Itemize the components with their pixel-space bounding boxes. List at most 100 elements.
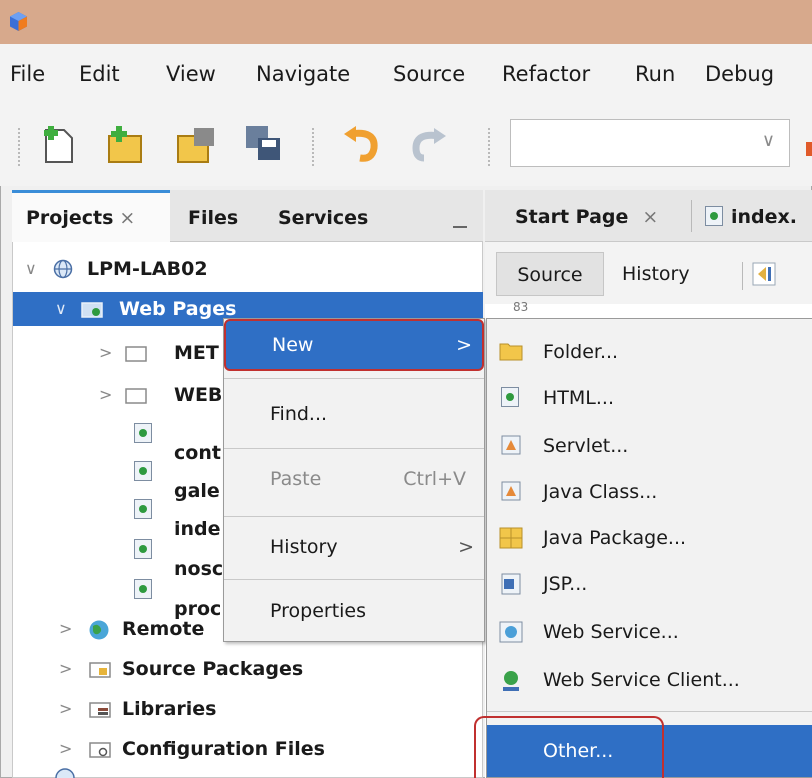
submenu-servlet[interactable]: Servlet... bbox=[487, 423, 812, 469]
menu-item-label: Paste bbox=[270, 468, 322, 490]
close-icon[interactable]: × bbox=[642, 206, 658, 228]
tab-projects[interactable]: Projects × bbox=[12, 190, 170, 242]
tab-divider bbox=[691, 200, 692, 232]
line-number: 83 bbox=[513, 300, 529, 314]
servlet-icon bbox=[501, 435, 521, 455]
chevron-down-icon[interactable]: ∨ bbox=[55, 292, 67, 326]
tab-files-label: Files bbox=[188, 207, 239, 229]
menu-refactor[interactable]: Refactor bbox=[502, 62, 590, 86]
tree-item-label: Configuration Files bbox=[122, 738, 325, 760]
tree-item-libraries[interactable]: > Libraries bbox=[13, 690, 483, 728]
toolbar-separator bbox=[312, 128, 314, 166]
menu-edit[interactable]: Edit bbox=[79, 62, 120, 86]
menu-file[interactable]: File bbox=[10, 62, 45, 86]
folder-icon bbox=[499, 343, 523, 361]
tree-item-source-packages[interactable]: > Source Packages bbox=[13, 650, 483, 688]
tree-item-label: WEB bbox=[174, 384, 223, 406]
submenu-java-class[interactable]: Java Class... bbox=[487, 469, 812, 515]
menu-item-label: Java Class... bbox=[543, 481, 658, 503]
remote-globe-icon bbox=[89, 620, 109, 640]
context-menu: New > Find... Paste Ctrl+V History > Pro… bbox=[223, 318, 485, 642]
title-bar bbox=[0, 0, 812, 44]
source-view-button[interactable]: Source bbox=[496, 252, 604, 296]
menu-separator bbox=[224, 579, 484, 580]
tree-item-label: Remote bbox=[122, 618, 205, 640]
menu-run[interactable]: Run bbox=[635, 62, 675, 86]
close-icon[interactable]: × bbox=[119, 207, 135, 229]
chevron-right-icon[interactable]: > bbox=[99, 334, 112, 372]
folder-icon bbox=[125, 346, 147, 362]
menu-debug[interactable]: Debug bbox=[705, 62, 774, 86]
toolbar-overflow-icon[interactable] bbox=[806, 142, 812, 156]
submenu-html[interactable]: HTML... bbox=[487, 375, 812, 421]
tab-index[interactable]: index. bbox=[705, 190, 797, 242]
minimize-icon[interactable] bbox=[453, 226, 467, 228]
tab-services-label: Services bbox=[278, 207, 369, 229]
submenu-jsp[interactable]: JSP... bbox=[487, 561, 812, 607]
menu-item-label: Java Package... bbox=[543, 527, 687, 549]
menu-separator bbox=[487, 711, 812, 712]
chevron-right-icon[interactable]: > bbox=[59, 690, 72, 728]
new-project-icon[interactable] bbox=[106, 124, 144, 164]
html-file-icon bbox=[501, 387, 519, 407]
tree-item-label: LPM-LAB02 bbox=[87, 258, 208, 280]
html-file-icon bbox=[134, 423, 152, 443]
undo-icon[interactable] bbox=[342, 124, 382, 164]
toolbar-separator bbox=[18, 128, 20, 166]
menu-item-label: History bbox=[270, 536, 338, 558]
tree-item-project[interactable]: ∨ LPM-LAB02 bbox=[13, 250, 483, 288]
context-menu-history[interactable]: History > bbox=[224, 521, 484, 573]
netbeans-app-icon bbox=[10, 12, 27, 31]
back-to-last-edit-icon[interactable] bbox=[752, 262, 778, 286]
context-menu-new[interactable]: New > bbox=[224, 319, 484, 371]
html-file-icon bbox=[705, 206, 723, 226]
menu-item-label: HTML... bbox=[543, 387, 614, 409]
submenu-web-service[interactable]: Web Service... bbox=[487, 609, 812, 655]
projects-tabstrip: Projects × Files Services bbox=[12, 190, 483, 242]
chevron-down-icon[interactable]: ∨ bbox=[25, 250, 37, 288]
submenu-web-service-client[interactable]: Web Service Client... bbox=[487, 657, 812, 703]
tab-start-page-label: Start Page bbox=[515, 206, 629, 228]
menu-source[interactable]: Source bbox=[393, 62, 465, 86]
context-menu-find[interactable]: Find... bbox=[224, 388, 484, 440]
save-all-icon[interactable] bbox=[244, 124, 284, 164]
chevron-right-icon[interactable]: > bbox=[99, 376, 112, 414]
tab-start-page[interactable]: Start Page × bbox=[515, 190, 658, 242]
chevron-down-icon: ∨ bbox=[761, 130, 775, 151]
editor-tabstrip: Start Page × index. bbox=[485, 190, 812, 242]
configuration-files-icon bbox=[89, 742, 111, 758]
html-file-icon bbox=[134, 461, 152, 481]
history-view-button[interactable]: History bbox=[622, 252, 690, 296]
tree-item-configuration-files[interactable]: > Configuration Files bbox=[13, 730, 483, 768]
new-file-icon[interactable] bbox=[40, 124, 76, 164]
menu-item-label: Web Service... bbox=[543, 621, 679, 643]
chevron-right-icon[interactable]: > bbox=[59, 730, 72, 768]
submenu-folder[interactable]: Folder... bbox=[487, 329, 812, 375]
html-file-icon bbox=[134, 499, 152, 519]
menu-item-label: Properties bbox=[270, 600, 367, 622]
project-globe-icon bbox=[55, 768, 75, 778]
tab-files[interactable]: Files bbox=[188, 190, 238, 242]
tab-services[interactable]: Services bbox=[278, 190, 368, 242]
menu-separator bbox=[224, 448, 484, 449]
menu-navigate[interactable]: Navigate bbox=[256, 62, 350, 86]
context-menu-properties[interactable]: Properties bbox=[224, 585, 484, 637]
menu-item-label: Find... bbox=[270, 403, 328, 425]
web-project-globe-icon bbox=[53, 259, 73, 279]
chevron-right-icon[interactable]: > bbox=[59, 650, 72, 688]
menu-view[interactable]: View bbox=[166, 62, 216, 86]
context-menu-paste[interactable]: Paste Ctrl+V bbox=[224, 453, 484, 505]
html-file-icon bbox=[134, 539, 152, 559]
submenu-java-package[interactable]: Java Package... bbox=[487, 515, 812, 561]
menu-item-label: JSP... bbox=[543, 573, 588, 595]
configuration-combo[interactable]: ∨ bbox=[510, 119, 790, 167]
jsp-icon bbox=[501, 573, 521, 595]
menu-bar: File Edit View Navigate Source Refactor … bbox=[0, 44, 812, 106]
menu-item-label: Servlet... bbox=[543, 435, 629, 457]
html-file-icon bbox=[134, 579, 152, 599]
tab-projects-label: Projects bbox=[26, 207, 114, 229]
redo-icon[interactable] bbox=[408, 124, 448, 164]
tree-item-label: Web Pages bbox=[119, 298, 237, 320]
open-project-icon[interactable] bbox=[176, 124, 218, 164]
chevron-right-icon[interactable]: > bbox=[59, 610, 72, 648]
